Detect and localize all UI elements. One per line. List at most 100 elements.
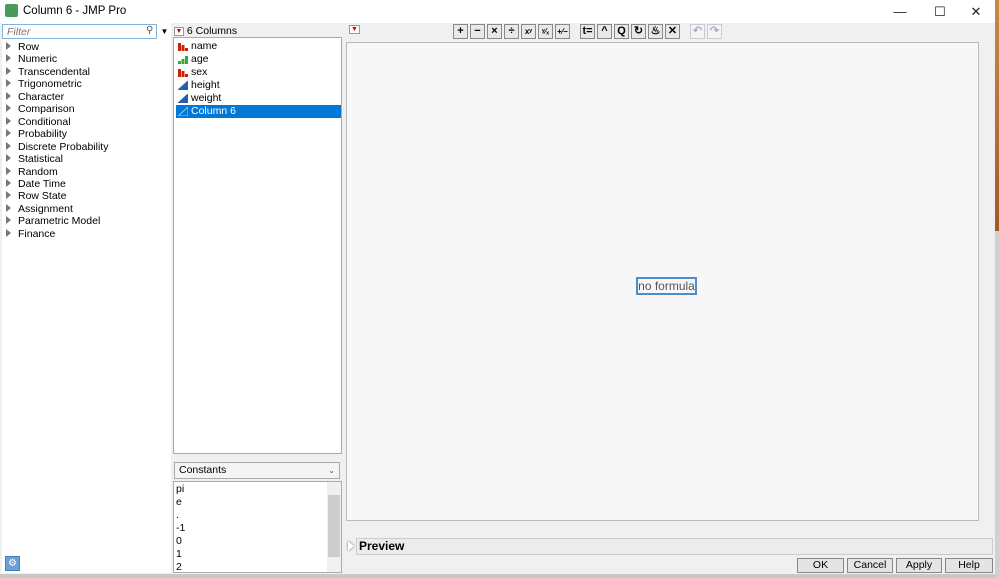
- peel-button[interactable]: ♨: [648, 24, 663, 39]
- column-label: height: [191, 79, 220, 91]
- apply-button[interactable]: Apply: [896, 558, 942, 573]
- close-button[interactable]: ✕: [959, 0, 993, 23]
- function-category-item[interactable]: Trigonometric: [6, 78, 82, 90]
- function-category-item[interactable]: Conditional: [6, 116, 71, 128]
- function-category-item[interactable]: Discrete Probability: [6, 141, 108, 153]
- function-category-item[interactable]: Row State: [6, 190, 66, 202]
- function-category-item[interactable]: Date Time: [6, 178, 66, 190]
- column-label: Column 6: [191, 105, 236, 117]
- minimize-button[interactable]: —: [883, 0, 917, 23]
- function-category-item[interactable]: Row: [6, 41, 39, 53]
- nominal-icon: [178, 69, 188, 77]
- raise-button[interactable]: ^: [597, 24, 612, 39]
- category-label: Date Time: [18, 177, 66, 190]
- constant-item[interactable]: .: [176, 509, 179, 522]
- subtract-button[interactable]: −: [470, 24, 485, 39]
- function-category-item[interactable]: Random: [6, 166, 58, 178]
- search-icon: ⚲: [146, 25, 154, 36]
- function-category-item[interactable]: Comparison: [6, 103, 75, 115]
- ok-button[interactable]: OK: [797, 558, 844, 573]
- maximize-button[interactable]: ☐: [923, 0, 957, 23]
- title-bar: Column 6 - JMP Pro — ☐ ✕: [0, 0, 995, 23]
- expand-triangle-icon: [6, 91, 11, 100]
- filter-dropdown-button[interactable]: ▼: [159, 24, 170, 39]
- column-item[interactable]: Column 6: [176, 105, 341, 118]
- root-button[interactable]: ʸ⁄ₓ: [538, 24, 553, 39]
- function-category-item[interactable]: Parametric Model: [6, 215, 100, 227]
- category-label: Comparison: [18, 103, 75, 116]
- background-window-edge: [995, 0, 999, 578]
- help-button[interactable]: Help: [945, 558, 993, 573]
- horizontal-scrollbar[interactable]: [346, 522, 979, 535]
- continuous-icon: [178, 81, 188, 90]
- expand-triangle-icon: [6, 42, 11, 50]
- function-category-item[interactable]: Numeric: [6, 53, 57, 65]
- constants-dropdown[interactable]: Constants ⌄: [174, 462, 340, 479]
- constant-item[interactable]: e: [176, 496, 182, 509]
- undo-button[interactable]: ↶: [690, 24, 705, 39]
- column-item[interactable]: age: [176, 53, 341, 66]
- columns-menu-icon[interactable]: ▼: [174, 26, 184, 36]
- column-item[interactable]: sex: [176, 66, 341, 79]
- constant-item[interactable]: 1: [176, 548, 182, 561]
- settings-gear-icon[interactable]: ⚙: [5, 556, 20, 571]
- multiply-button[interactable]: ×: [487, 24, 502, 39]
- category-label: Trigonometric: [18, 78, 82, 91]
- preview-section[interactable]: Preview: [356, 538, 993, 555]
- expand-triangle-icon: [6, 104, 11, 113]
- category-label: Row State: [18, 190, 67, 203]
- function-category-item[interactable]: Statistical: [6, 153, 63, 165]
- power-button[interactable]: xʸ: [521, 24, 536, 39]
- delete-button[interactable]: ✕: [665, 24, 680, 39]
- column-label: name: [191, 40, 218, 52]
- constant-item[interactable]: pi: [176, 483, 184, 496]
- jmp-app-icon: [5, 4, 18, 17]
- function-category-item[interactable]: Character: [6, 91, 64, 103]
- vertical-scrollbar[interactable]: [980, 42, 994, 521]
- function-category-item[interactable]: Finance: [6, 228, 55, 240]
- constants-scrollbar[interactable]: [327, 482, 341, 572]
- background-taskbar-edge: [0, 574, 995, 578]
- constant-item[interactable]: 0: [176, 535, 182, 548]
- columns-header: ▼ 6 Columns: [174, 25, 237, 37]
- local-button[interactable]: Q: [614, 24, 629, 39]
- filter-input[interactable]: [2, 24, 157, 39]
- columns-count-label: 6 Columns: [186, 25, 238, 37]
- expand-triangle-icon: [6, 216, 11, 225]
- constant-item[interactable]: 2: [176, 561, 182, 572]
- category-label: Discrete Probability: [18, 140, 109, 153]
- add-button[interactable]: +: [453, 24, 468, 39]
- swap-button[interactable]: ↻: [631, 24, 646, 39]
- expand-triangle-icon: [6, 191, 11, 200]
- assign-button[interactable]: t=: [580, 24, 595, 39]
- cancel-button[interactable]: Cancel: [847, 558, 893, 573]
- expand-triangle-icon: [6, 228, 11, 237]
- redo-button[interactable]: ↷: [707, 24, 722, 39]
- divide-button[interactable]: ÷: [504, 24, 519, 39]
- ordinal-icon: [178, 56, 188, 64]
- column-item[interactable]: name: [176, 40, 341, 53]
- constants-dropdown-value: Constants: [179, 464, 227, 476]
- function-category-item[interactable]: Assignment: [6, 203, 73, 215]
- column-label: weight: [191, 92, 222, 104]
- window-title: Column 6 - JMP Pro: [23, 5, 127, 17]
- function-category-item[interactable]: Probability: [6, 128, 67, 140]
- column-item[interactable]: height: [176, 79, 341, 92]
- formula-menu-icon[interactable]: ▼: [349, 25, 360, 34]
- function-category-item[interactable]: Transcendental: [6, 66, 90, 78]
- constants-list: pi e. -1 0 1 2: [173, 481, 342, 573]
- columns-list: name age sex height weight Column 6: [173, 37, 342, 454]
- continuous-icon: [178, 94, 188, 103]
- formula-placeholder-box[interactable]: no formula: [636, 277, 697, 295]
- scrollbar-thumb[interactable]: [328, 495, 340, 557]
- category-label: Transcendental: [18, 65, 90, 78]
- column-item[interactable]: weight: [176, 92, 341, 105]
- chevron-down-icon: ⌄: [328, 466, 335, 475]
- expand-triangle-icon: [6, 166, 11, 175]
- column-label: age: [191, 53, 209, 65]
- category-label: Parametric Model: [18, 215, 101, 228]
- disclosure-triangle-icon[interactable]: [348, 541, 354, 551]
- plus-minus-button[interactable]: +⁄−: [555, 24, 570, 39]
- constant-item[interactable]: -1: [176, 522, 185, 535]
- expand-triangle-icon: [6, 203, 11, 212]
